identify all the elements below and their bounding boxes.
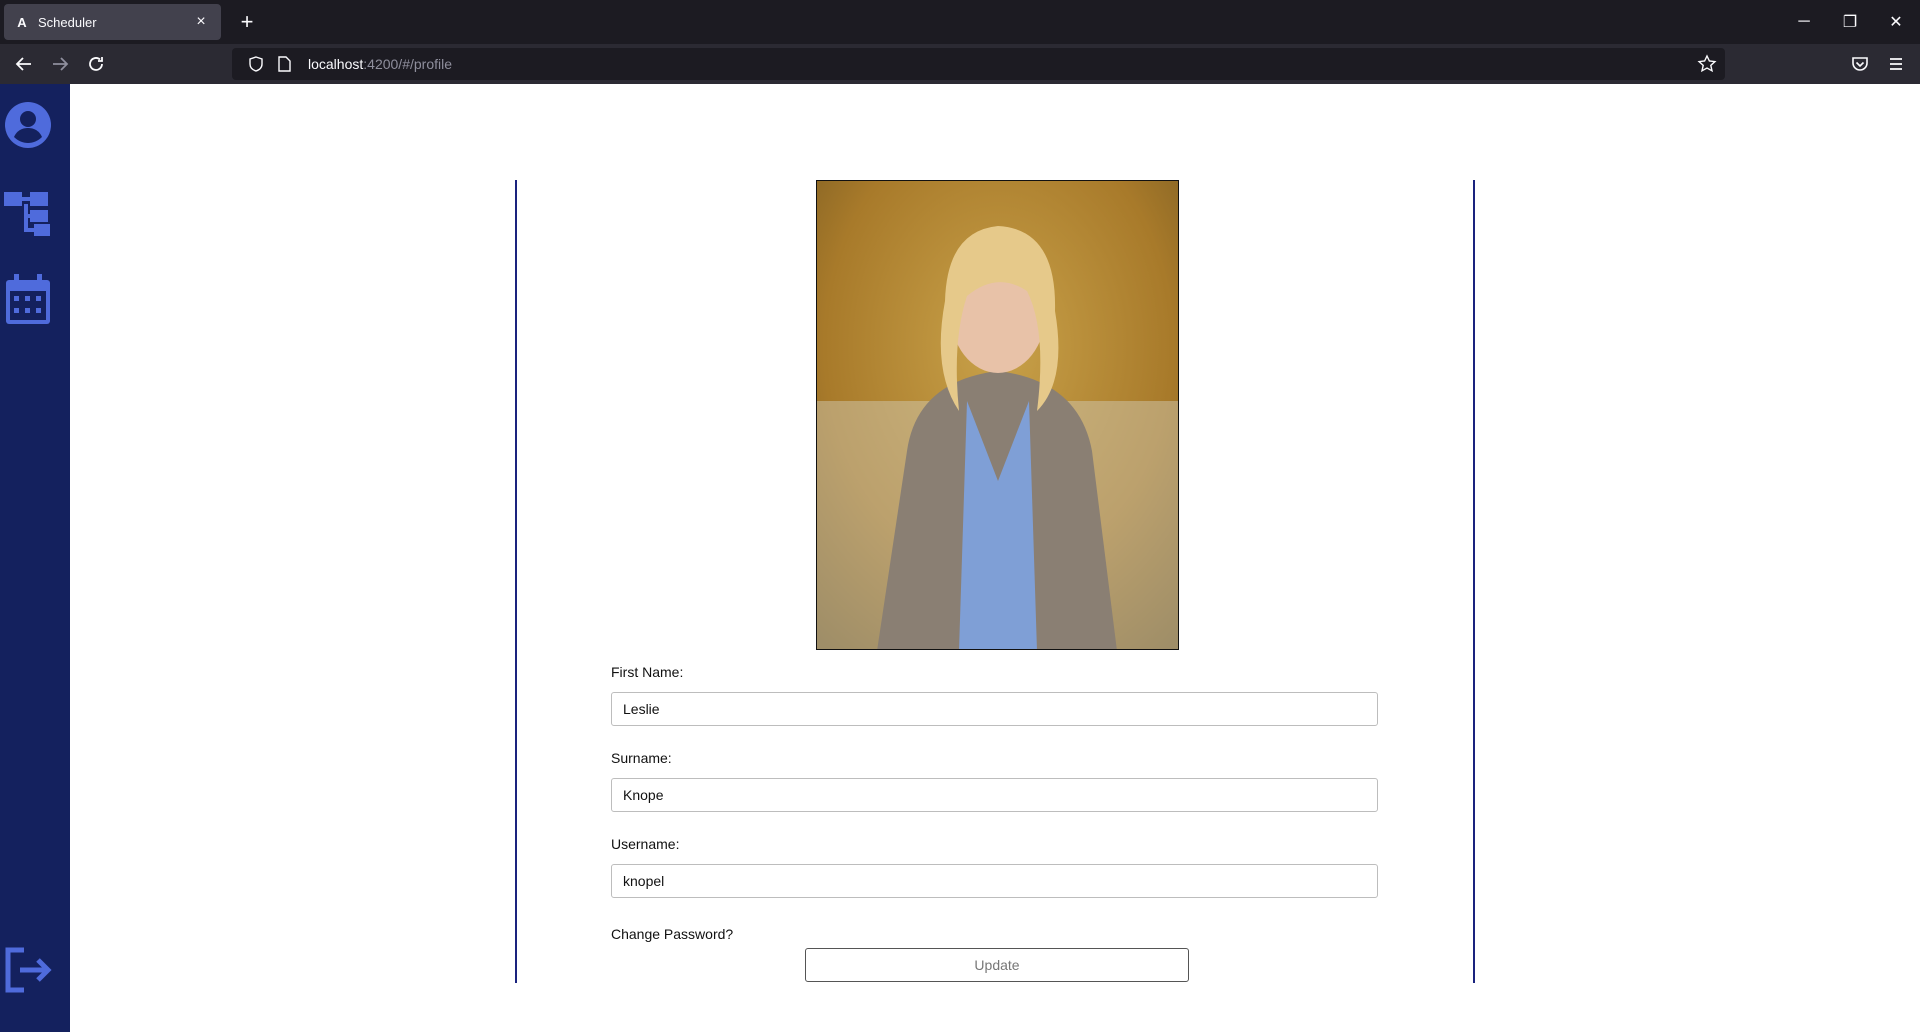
profile-form: First Name: Surname: Username: Change Pa… <box>611 662 1378 942</box>
arrow-right-icon <box>53 57 69 71</box>
calendar-icon[interactable] <box>4 274 52 324</box>
reload-icon <box>89 57 103 71</box>
new-tab-button[interactable]: + <box>233 8 261 36</box>
logout-icon[interactable] <box>4 946 52 994</box>
forward-button[interactable] <box>46 50 74 78</box>
window-close-button[interactable]: ✕ <box>1874 6 1918 38</box>
arrow-left-icon <box>15 57 31 71</box>
restore-button[interactable]: ❐ <box>1828 6 1872 38</box>
username-input[interactable] <box>611 864 1378 898</box>
profile-card: First Name: Surname: Username: Change Pa… <box>515 180 1475 983</box>
tab-title: Scheduler <box>38 14 97 30</box>
menu-button[interactable] <box>1882 50 1910 78</box>
browser-tab-bar: A Scheduler × + ─ ❐ ✕ <box>0 0 1920 44</box>
pocket-icon <box>1852 57 1868 71</box>
browser-tab[interactable]: A Scheduler × <box>4 4 221 40</box>
first-name-label: First Name: <box>611 664 684 680</box>
surname-label: Surname: <box>611 750 672 766</box>
page-icon <box>274 54 294 74</box>
url-path: :4200/#/profile <box>363 56 452 72</box>
main-content: First Name: Surname: Username: Change Pa… <box>70 84 1920 1032</box>
back-button[interactable] <box>10 50 38 78</box>
update-button[interactable]: Update <box>805 948 1189 982</box>
profile-photo-image <box>817 181 1178 649</box>
url-text: localhost:4200/#/profile <box>308 56 452 72</box>
account-circle-icon[interactable] <box>4 101 52 149</box>
hierarchy-icon[interactable] <box>4 190 52 238</box>
first-name-input[interactable] <box>611 692 1378 726</box>
url-host: localhost <box>308 56 364 72</box>
surname-input[interactable] <box>611 778 1378 812</box>
pocket-button[interactable] <box>1846 50 1874 78</box>
angular-favicon-icon: A <box>17 14 27 30</box>
reload-button[interactable] <box>82 50 110 78</box>
change-password-link[interactable]: Change Password? <box>611 926 1378 942</box>
hamburger-menu-icon <box>1890 58 1902 70</box>
app-sidebar <box>0 84 70 1032</box>
shield-icon <box>246 54 266 74</box>
username-label: Username: <box>611 836 680 852</box>
url-bar[interactable]: localhost:4200/#/profile <box>232 48 1725 80</box>
bookmark-star-icon[interactable] <box>1697 54 1717 74</box>
browser-nav-bar: localhost:4200/#/profile <box>0 44 1920 84</box>
profile-photo <box>816 180 1179 650</box>
minimize-button[interactable]: ─ <box>1782 6 1826 38</box>
tab-close-icon[interactable]: × <box>191 13 211 31</box>
